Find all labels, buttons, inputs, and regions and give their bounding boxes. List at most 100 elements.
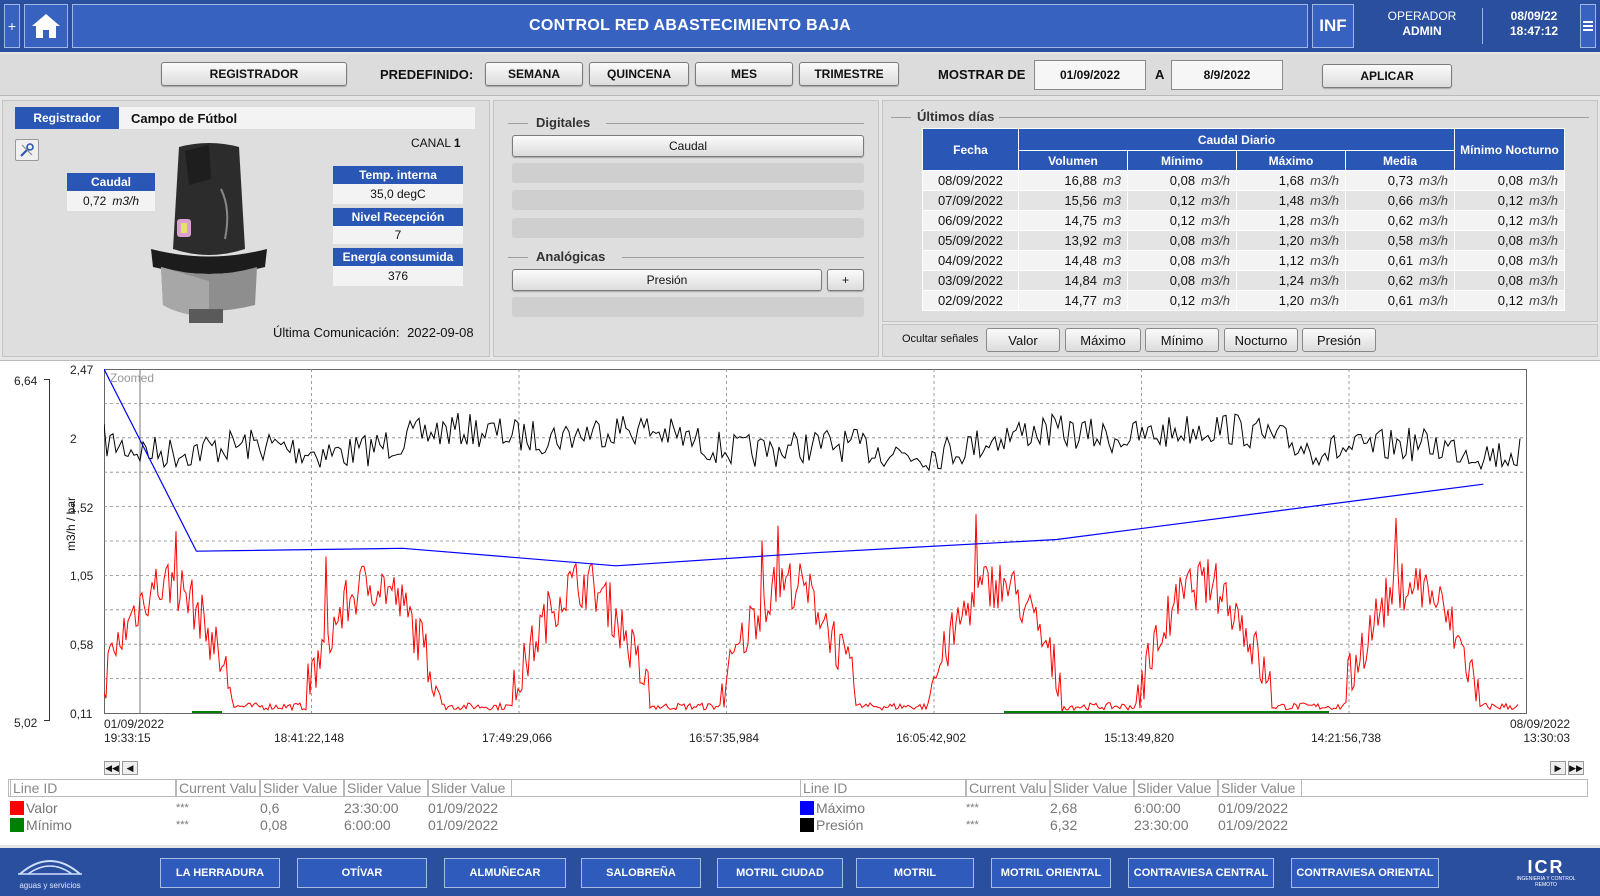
home-button[interactable] [24,4,68,48]
maximo-unit: m3/h [1310,273,1339,288]
legend-line-name[interactable]: Valor [26,799,58,817]
cell-minimo-nocturno: 0,12 m3/h [1454,290,1565,311]
nav-motril[interactable]: MOTRIL [856,858,974,888]
hide-valor-button[interactable]: Valor [986,328,1060,352]
hide-presion-button[interactable]: Presión [1302,328,1376,352]
y-tick-label: 1,05 [70,569,94,584]
scroll-prev-button[interactable]: ◀ [122,761,138,775]
legend-swatch [10,818,24,832]
nocturno-unit: m3/h [1529,273,1558,288]
legend-value: 0,08 [260,817,288,833]
cell-fecha: 02/09/2022 [922,290,1019,311]
media-value: 0,61 [1387,293,1414,308]
legend-value: 6:00:00 [1134,800,1181,816]
last-comm-label: Última Comunicación: [273,325,400,340]
nocturno-value: 0,12 [1497,293,1524,308]
info-button[interactable]: INF [1312,4,1354,48]
temp-value: 35,0 degC [333,184,463,204]
current-date: 08/09/22 [1510,9,1558,23]
scroll-last-button[interactable]: ▶▶ [1568,761,1584,775]
cell-fecha: 07/09/2022 [922,190,1019,211]
analogicas-divider-left [508,257,528,258]
nav-motril-ciudad[interactable]: MOTRIL CIUDAD [717,858,843,888]
preset-semana-button[interactable]: SEMANA [485,62,583,86]
preset-mes-button[interactable]: MES [695,62,793,86]
nav-almunecar[interactable]: ALMUÑECAR [444,858,566,888]
nav-la-herradura[interactable]: LA HERRADURA [160,858,280,888]
legend-line-name[interactable]: Presión [816,816,863,834]
apply-button[interactable]: APLICAR [1322,64,1452,88]
legend-left-col-current: Current Valu [176,779,260,797]
media-value: 0,62 [1387,213,1414,228]
nav-motril-oriental[interactable]: MOTRIL ORIENTAL [991,858,1111,888]
volumen-value: 14,75 [1064,213,1097,228]
nav-salobrena[interactable]: SALOBREÑA [581,858,701,888]
nav-contraviesa-oriental[interactable]: CONTRAVIESA ORIENTAL [1291,858,1439,888]
fecha-value: 06/09/2022 [937,213,1004,228]
nav-otivar[interactable]: OTÍVAR [297,858,427,888]
fecha-value: 07/09/2022 [937,193,1004,208]
preset-trimestre-button[interactable]: TRIMESTRE [799,62,899,86]
scroll-first-button[interactable]: ◀◀ [104,761,120,775]
legend-line-name[interactable]: Mínimo [26,816,72,834]
x-tick-label: 18:41:22,148 [274,731,345,745]
y-tick-label: 0,11 [70,707,93,721]
hide-minimo-button[interactable]: Mínimo [1145,328,1219,352]
analog-slot-2 [512,297,864,317]
table-row: 03/09/2022 14,84 m3 0,08 m3/h 1,24 m3/h 0,62 m3/… [922,270,1565,291]
fecha-value: 03/09/2022 [937,273,1004,288]
hide-nocturno-button[interactable]: Nocturno [1224,328,1298,352]
minimo-value: 0,08 [1169,233,1196,248]
legend-value: 23:30:00 [344,800,399,816]
registrador-button[interactable]: REGISTRADOR [161,62,347,86]
table-row: 05/09/2022 13,92 m3 0,08 m3/h 1,20 m3/h 0,58 m3/… [922,230,1565,251]
hide-maximo-button[interactable]: Máximo [1065,328,1141,352]
history-title: Últimos días [917,109,995,124]
nivel-label: Nivel Recepción [333,208,463,226]
analogicas-divider-right [622,257,864,258]
energia-value: 376 [333,266,463,286]
trend-plot[interactable] [104,369,1590,721]
x-tick-label: 15:13:49,820 [1104,731,1175,745]
legend-value: 01/09/2022 [1218,800,1289,816]
current-time: 18:47:12 [1509,24,1559,38]
digital-slot-2 [512,163,864,183]
legend-swatch [800,818,814,832]
legend-value: 6:00:00 [344,817,391,833]
tools-button[interactable] [15,139,39,161]
menu-button[interactable] [1580,4,1596,48]
x-tick-label: 08/09/2022 13:30:03 [1510,717,1571,745]
icr-logo: ICR INGENIERIA Y CONTROL REMOTO [1506,858,1586,888]
maximo-value: 1,24 [1278,273,1305,288]
x-tick-label: 17:49:29,066 [482,731,553,745]
legend-value: *** [966,819,979,831]
nocturno-unit: m3/h [1529,253,1558,268]
cell-minimo-nocturno: 0,08 m3/h [1454,230,1565,251]
caudal-signal-button[interactable]: Caudal [512,135,864,157]
bottom-nav: aguas y servicios LA HERRADURA OTÍVAR AL… [0,848,1600,896]
expand-left-button[interactable]: + [4,4,20,48]
user-info: OPERADOR ADMIN [1372,9,1472,39]
device-panel: Registrador Campo de Fútbol CANAL 1 Caud… [2,100,490,357]
history-divider-right [999,117,1589,118]
maximo-value: 1,68 [1278,173,1305,188]
preset-quincena-button[interactable]: QUINCENA [589,62,689,86]
nocturno-value: 0,08 [1497,173,1524,188]
from-date-field[interactable]: 01/09/2022 [1034,60,1146,90]
registrador-tab[interactable]: Registrador [15,107,119,129]
add-analog-button[interactable]: + [827,269,864,291]
mostrar-de-label: MOSTRAR DE [938,67,1026,82]
x-tick-label: 01/09/2022 19:33:15 [104,717,165,745]
media-value: 0,62 [1387,273,1414,288]
presion-signal-button[interactable]: Presión [512,269,822,291]
scroll-next-button[interactable]: ▶ [1550,761,1566,775]
legend-line-name[interactable]: Máximo [816,799,865,817]
nav-contraviesa-central[interactable]: CONTRAVIESA CENTRAL [1128,858,1274,888]
cell-media: 0,62 m3/h [1345,270,1455,291]
minimo-unit: m3/h [1201,173,1230,188]
volumen-value: 14,77 [1064,293,1097,308]
nocturno-value: 0,12 [1497,213,1524,228]
to-date-field[interactable]: 8/9/2022 [1171,60,1283,90]
volumen-value: 13,92 [1064,233,1097,248]
table-row: 07/09/2022 15,56 m3 0,12 m3/h 1,48 m3/h 0,66 m3/… [922,190,1565,211]
